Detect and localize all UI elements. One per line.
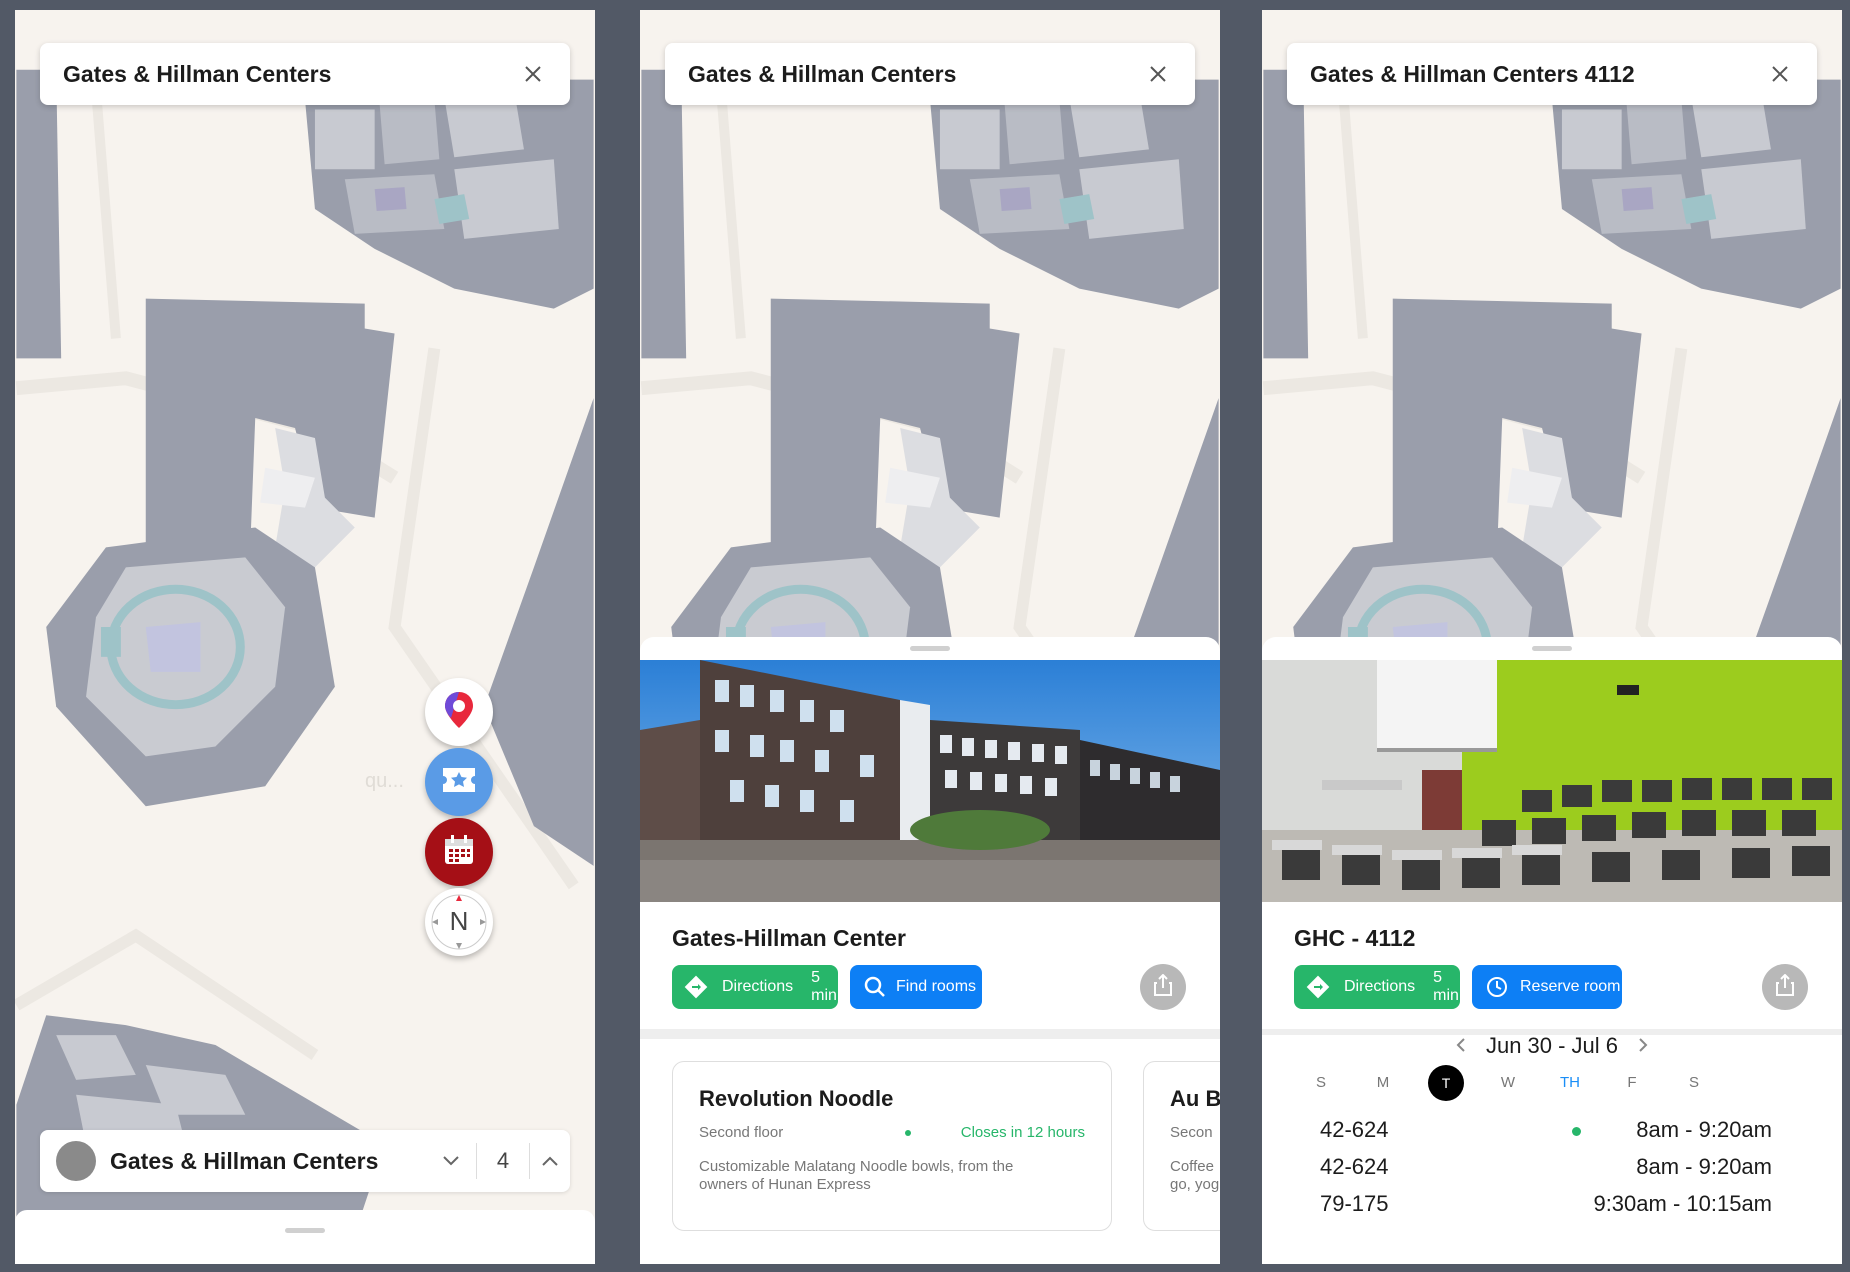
search-bar[interactable]: Gates & Hillman Centers: [665, 43, 1195, 105]
drag-handle[interactable]: [1532, 646, 1572, 651]
calendar-button[interactable]: [425, 818, 493, 886]
compass-button[interactable]: N: [425, 888, 493, 956]
directions-label: Directions: [722, 978, 794, 995]
day-fri[interactable]: F: [1614, 1065, 1650, 1101]
venue-title: Revolution Noodle: [699, 1086, 894, 1111]
event-course: 42-624: [1320, 1154, 1389, 1179]
bottom-sheet-collapsed[interactable]: [15, 1210, 595, 1264]
calendar-icon: [443, 834, 475, 871]
close-icon[interactable]: [1765, 59, 1795, 89]
day-wed[interactable]: W: [1490, 1065, 1526, 1101]
day-sun[interactable]: S: [1303, 1065, 1339, 1101]
close-icon[interactable]: [1143, 59, 1173, 89]
location-pin-button[interactable]: [425, 678, 493, 746]
find-rooms-button[interactable]: Find rooms: [850, 965, 982, 1009]
search-icon: [862, 974, 888, 1000]
search-query: Gates & Hillman Centers 4112: [1310, 60, 1635, 87]
room-detail-panel: Gates & Hillman Centers 4112 GHC - 4112 …: [1262, 10, 1842, 1264]
map-view-panel: qu... Gates & Hillman Centers N Gates & …: [15, 10, 595, 1264]
place-title: Gates-Hillman Center: [672, 925, 906, 951]
drag-handle[interactable]: [285, 1228, 325, 1233]
chevron-right-icon[interactable]: [1638, 1033, 1648, 1059]
day-tue-today[interactable]: T: [1428, 1065, 1464, 1101]
venue-description: Coffee go, yog: [1170, 1158, 1220, 1193]
directions-button[interactable]: Directions 5 min: [672, 965, 838, 1009]
room-title: GHC - 4112: [1294, 925, 1416, 951]
day-thu-selected[interactable]: TH: [1552, 1065, 1588, 1101]
event-course: 79-175: [1320, 1191, 1389, 1216]
directions-label: Directions: [1344, 978, 1416, 995]
ticket-star-icon: [441, 766, 477, 799]
location-pin-icon: [442, 690, 476, 735]
search-query: Gates & Hillman Centers: [63, 60, 332, 87]
reserve-room-label: Reserve room: [1520, 978, 1621, 995]
directions-time: 5 min: [1433, 969, 1459, 1004]
share-button[interactable]: [1140, 964, 1186, 1010]
search-query: Gates & Hillman Centers: [688, 60, 957, 87]
venue-card[interactable]: Revolution Noodle Second floor Closes in…: [672, 1061, 1112, 1231]
event-time: 8am - 9:20am: [1636, 1117, 1772, 1142]
building-photo: [640, 660, 1220, 902]
directions-button[interactable]: Directions 5 min: [1294, 965, 1460, 1009]
venue-card[interactable]: Au B Secon Coffee go, yog: [1143, 1061, 1220, 1231]
venue-title: Au B: [1170, 1086, 1220, 1111]
directions-icon: [684, 974, 708, 1000]
building-name: Gates & Hillman Centers: [110, 1147, 379, 1174]
room-photo: [1262, 660, 1842, 902]
venue-description: Customizable Malatang Noodle bowls, from…: [699, 1158, 1014, 1193]
find-rooms-label: Find rooms: [896, 978, 977, 995]
search-bar[interactable]: Gates & Hillman Centers 4112: [1287, 43, 1817, 105]
week-range: Jun 30 - Jul 6: [1485, 1033, 1619, 1059]
chevron-down-icon[interactable]: [436, 1146, 466, 1176]
chevron-left-icon[interactable]: [1456, 1033, 1466, 1059]
directions-time: 5 min: [811, 969, 837, 1004]
compass-north-label: N: [449, 906, 469, 936]
search-bar[interactable]: Gates & Hillman Centers: [40, 43, 570, 105]
share-icon: [1153, 973, 1173, 1001]
close-icon[interactable]: [518, 59, 548, 89]
open-status-dot: [905, 1130, 911, 1136]
clock-icon: [1484, 974, 1510, 1000]
event-time: 8am - 9:20am: [1636, 1154, 1772, 1179]
week-navigator: Jun 30 - Jul 6: [1262, 1032, 1842, 1059]
weekday-row: S M T W TH F S: [1262, 1065, 1842, 1101]
event-course: 42-624: [1320, 1117, 1389, 1142]
floor-number: 4: [496, 1148, 510, 1173]
room-bottom-sheet: GHC - 4112 Directions 5 min Reserve room…: [1262, 637, 1842, 1264]
venue-status: Closes in 12 hours: [960, 1124, 1085, 1141]
floor-selector-bar[interactable]: Gates & Hillman Centers 4: [40, 1130, 570, 1192]
indoor-map[interactable]: [15, 10, 595, 1264]
tickets-button[interactable]: [425, 748, 493, 816]
venue-floor: Secon: [1170, 1124, 1213, 1141]
reserve-room-button[interactable]: Reserve room: [1472, 965, 1622, 1009]
event-time: 9:30am - 10:15am: [1593, 1191, 1772, 1216]
share-button[interactable]: [1762, 964, 1808, 1010]
day-sat[interactable]: S: [1676, 1065, 1712, 1101]
drag-handle[interactable]: [910, 646, 950, 651]
live-dot: [1572, 1127, 1581, 1136]
directions-icon: [1306, 974, 1330, 1000]
section-divider: [640, 1029, 1220, 1039]
chevron-up-icon[interactable]: [530, 1146, 570, 1176]
share-icon: [1775, 973, 1795, 1001]
day-mon[interactable]: M: [1365, 1065, 1401, 1101]
venue-floor: Second floor: [699, 1124, 784, 1141]
map-watermark: qu...: [365, 770, 404, 792]
place-detail-panel: Gates & Hillman Centers Gates-Hillman Ce…: [640, 10, 1220, 1264]
place-bottom-sheet: Gates-Hillman Center Directions 5 min Fi…: [640, 637, 1220, 1264]
building-avatar: [56, 1141, 96, 1181]
compass-icon: N: [429, 892, 489, 952]
